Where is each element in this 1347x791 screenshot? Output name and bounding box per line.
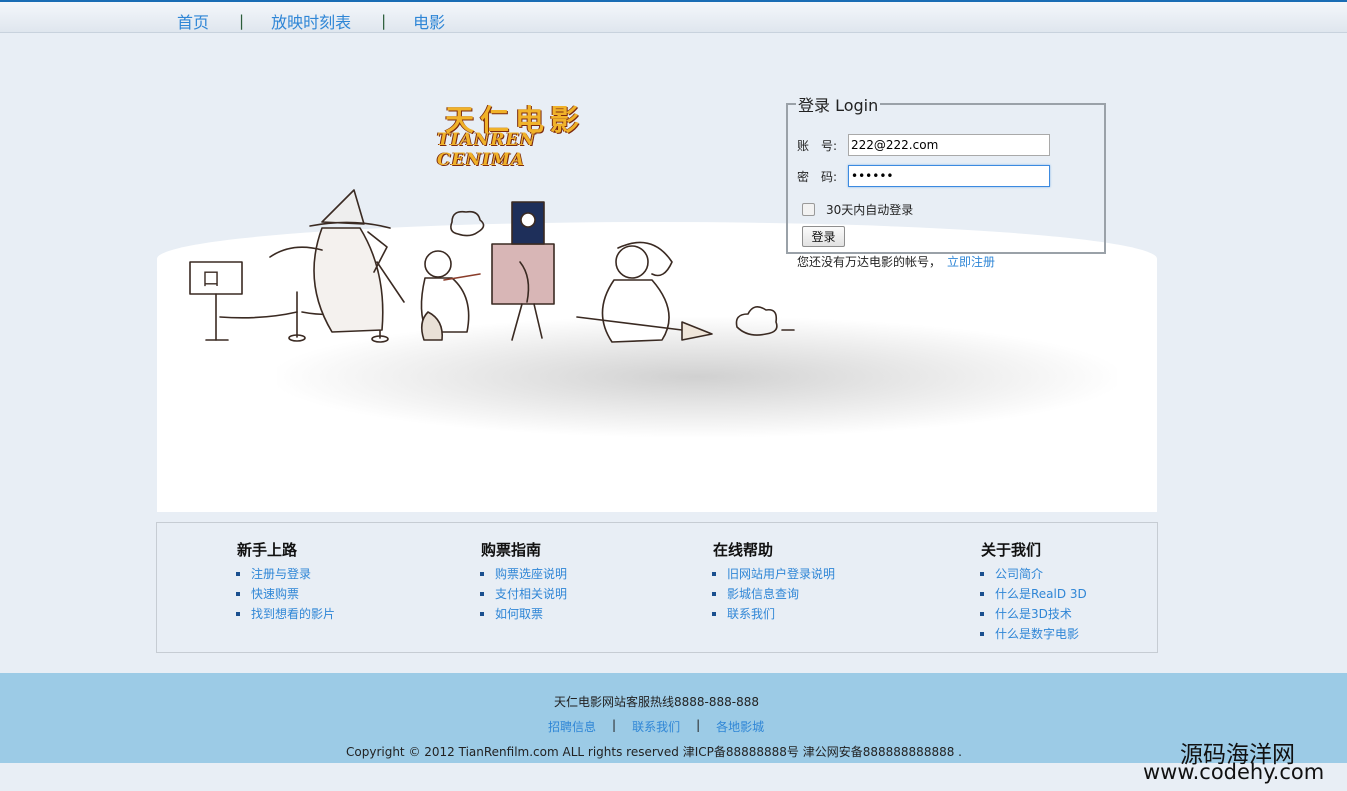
list-item: 什么是3D技术 [980, 604, 1087, 624]
list-item: 购票选座说明 [479, 564, 567, 584]
queue-illustration: 口 [189, 189, 795, 343]
help-link[interactable]: 什么是数字电影 [995, 627, 1079, 641]
copyright-text: Copyright © 2012 TianRenfilm.com ALL rig… [346, 745, 962, 759]
main-nav: 首页 | 放映时刻表 | 电影 [177, 9, 445, 33]
help-link[interactable]: 支付相关说明 [495, 587, 567, 601]
help-link[interactable]: 快速购票 [251, 587, 299, 601]
footer-link-jobs[interactable]: 招聘信息 [548, 718, 596, 735]
help-link[interactable]: 找到想看的影片 [251, 607, 335, 621]
help-link[interactable]: 注册与登录 [251, 567, 311, 581]
hotline-text: 天仁电影网站客服热线8888-888-888 [553, 695, 759, 709]
remember-checkbox[interactable] [802, 203, 815, 216]
list-item: 什么是RealD 3D [980, 584, 1087, 604]
password-label: 密 码: [797, 169, 838, 184]
help-link[interactable]: 什么是3D技术 [995, 607, 1072, 621]
login-button[interactable]: 登录 [802, 226, 845, 247]
footer-link-contact[interactable]: 联系我们 [632, 718, 680, 735]
help-link[interactable]: 什么是RealD 3D [995, 587, 1087, 601]
login-legend: 登录 Login [798, 96, 879, 115]
login-panel: 登录 Login 账 号: 密 码: 30天内自动登录 登录 您还没有万达电影的… [786, 92, 1106, 269]
register-link[interactable]: 立即注册 [947, 255, 995, 269]
help-section: 新手上路 注册与登录 快速购票 找到想看的影片 购票指南 购票选座说明 支付相关… [156, 522, 1158, 653]
help-column-beginner: 新手上路 注册与登录 快速购票 找到想看的影片 [235, 539, 335, 624]
page-footer: 天仁电影网站客服热线8888-888-888 招聘信息 | 联系我们 | 各地影… [0, 673, 1347, 763]
nav-separator: | [381, 12, 387, 30]
watermark-url: www.codehy.com [1143, 760, 1325, 784]
account-row: 账 号: [797, 134, 1050, 156]
nav-schedule-link[interactable]: 放映时刻表 [271, 9, 351, 33]
help-column-title: 购票指南 [481, 541, 542, 559]
list-item: 注册与登录 [235, 564, 335, 584]
footer-separator: | [612, 718, 617, 732]
nav-home-link[interactable]: 首页 [177, 9, 209, 33]
register-prompt: 您还没有万达电影的帐号， 立即注册 [797, 253, 995, 270]
list-item: 找到想看的影片 [235, 604, 335, 624]
list-item: 什么是数字电影 [980, 624, 1087, 644]
list-item: 影城信息查询 [711, 584, 835, 604]
account-label: 账 号: [797, 138, 838, 153]
help-column-title: 新手上路 [237, 541, 298, 559]
list-item: 公司简介 [980, 564, 1087, 584]
help-link[interactable]: 购票选座说明 [495, 567, 567, 581]
list-item: 联系我们 [711, 604, 835, 624]
help-column-title: 在线帮助 [713, 541, 774, 559]
help-column-online: 在线帮助 旧网站用户登录说明 影城信息查询 联系我们 [711, 539, 835, 624]
help-column-title: 关于我们 [981, 541, 1042, 559]
footer-link-cinemas[interactable]: 各地影城 [716, 718, 764, 735]
footer-links: 招聘信息 | 联系我们 | 各地影城 [548, 718, 764, 735]
password-input[interactable] [848, 165, 1050, 187]
help-column-about: 关于我们 公司简介 什么是RealD 3D 什么是3D技术 什么是数字电影 [980, 539, 1087, 644]
account-input[interactable] [848, 134, 1050, 156]
no-account-text: 您还没有万达电影的帐号， [797, 255, 942, 269]
help-link[interactable]: 公司简介 [995, 567, 1043, 581]
list-item: 旧网站用户登录说明 [711, 564, 835, 584]
remember-label: 30天内自动登录 [826, 203, 914, 217]
sign-text: 口 [202, 269, 220, 290]
password-row: 密 码: [797, 165, 1050, 187]
cinema-logo: 天仁电影 TIANREN CENIMA [437, 97, 617, 170]
nav-separator: | [239, 12, 245, 30]
remember-row: 30天内自动登录 [802, 201, 913, 218]
help-link[interactable]: 联系我们 [727, 607, 775, 621]
help-link[interactable]: 如何取票 [495, 607, 543, 621]
list-item: 快速购票 [235, 584, 335, 604]
list-item: 如何取票 [479, 604, 567, 624]
nav-movies-link[interactable]: 电影 [413, 9, 445, 33]
help-link[interactable]: 旧网站用户登录说明 [727, 567, 835, 581]
help-column-ticketing: 购票指南 购票选座说明 支付相关说明 如何取票 [479, 539, 567, 624]
top-nav-bar: 首页 | 放映时刻表 | 电影 [0, 0, 1347, 33]
help-link[interactable]: 影城信息查询 [727, 587, 799, 601]
list-item: 支付相关说明 [479, 584, 567, 604]
footer-separator: | [696, 718, 701, 732]
